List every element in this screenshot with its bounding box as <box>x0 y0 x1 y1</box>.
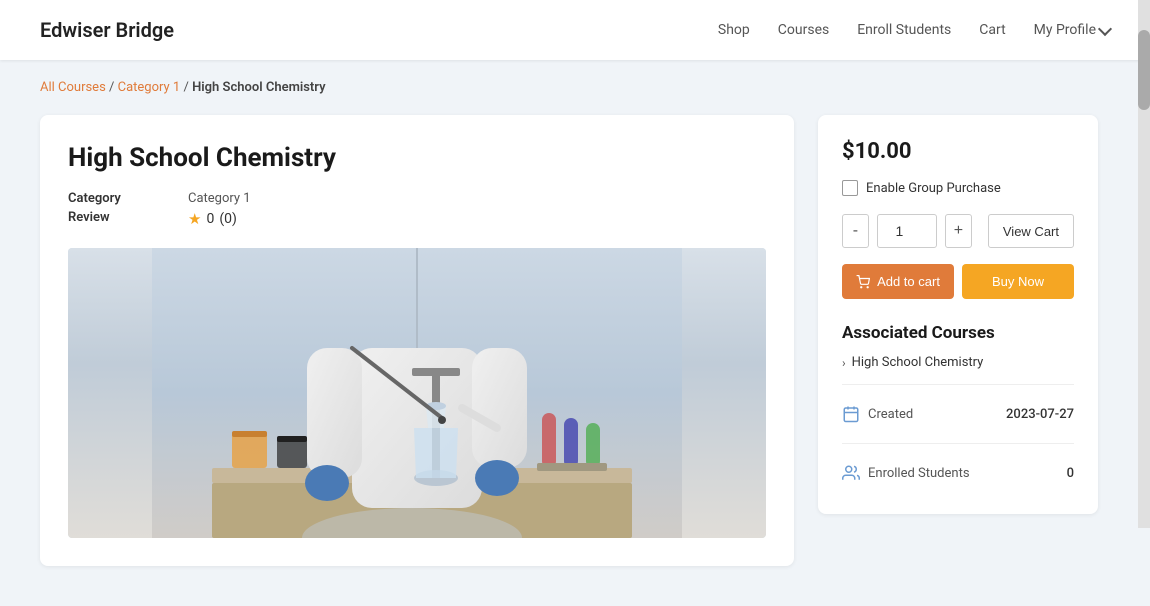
category-value: Category 1 <box>188 191 766 206</box>
quantity-increase-button[interactable]: + <box>945 214 972 248</box>
enrolled-value: 0 <box>1067 466 1074 481</box>
main-nav: Shop Courses Enroll Students Cart My Pro… <box>718 22 1110 38</box>
associated-course-item: › High School Chemistry <box>842 355 1074 370</box>
star-rating: ★ 0 (0) <box>188 210 766 228</box>
scrollbar[interactable] <box>1138 0 1150 528</box>
quantity-row: - + View Cart <box>842 214 1074 248</box>
quantity-decrease-button[interactable]: - <box>842 214 869 248</box>
created-info-row: Created 2023-07-27 <box>842 397 1074 431</box>
buy-now-button[interactable]: Buy Now <box>962 264 1074 299</box>
my-profile-menu[interactable]: My Profile <box>1034 22 1110 38</box>
divider-2 <box>842 443 1074 444</box>
chevron-down-icon <box>1098 21 1112 35</box>
users-icon <box>842 464 860 482</box>
add-to-cart-button[interactable]: Add to cart <box>842 264 954 299</box>
nav-courses[interactable]: Courses <box>778 22 829 38</box>
created-value: 2023-07-27 <box>1006 407 1074 422</box>
breadcrumb-category[interactable]: Category 1 <box>118 80 181 95</box>
my-profile-label: My Profile <box>1034 22 1096 38</box>
lab-scene <box>68 248 766 538</box>
nav-shop[interactable]: Shop <box>718 22 750 38</box>
breadcrumb-sep2: / <box>180 80 192 95</box>
review-count: (0) <box>219 211 237 227</box>
breadcrumb-sep1: / <box>106 80 118 95</box>
star-icon: ★ <box>188 210 201 228</box>
content-grid: High School Chemistry Category Category … <box>40 115 1098 566</box>
header: Edwiser Bridge Shop Courses Enroll Stude… <box>0 0 1150 60</box>
cart-icon <box>856 275 870 289</box>
enrolled-info-row: Enrolled Students 0 <box>842 456 1074 490</box>
rating-value: 0 <box>206 211 214 227</box>
associated-courses-title: Associated Courses <box>842 323 1074 343</box>
purchase-sidebar: $10.00 Enable Group Purchase - + View Ca… <box>818 115 1098 514</box>
quantity-input[interactable] <box>877 214 937 248</box>
view-cart-button[interactable]: View Cart <box>988 214 1074 248</box>
associated-course-link[interactable]: High School Chemistry <box>852 355 984 370</box>
nav-cart[interactable]: Cart <box>979 22 1005 38</box>
breadcrumb-current: High School Chemistry <box>192 80 325 95</box>
course-price: $10.00 <box>842 139 1074 164</box>
breadcrumb-all-courses[interactable]: All Courses <box>40 80 106 95</box>
main-content: All Courses / Category 1 / High School C… <box>0 60 1138 606</box>
enrolled-info-left: Enrolled Students <box>842 464 970 482</box>
add-to-cart-label: Add to cart <box>877 274 940 289</box>
nav-enroll-students[interactable]: Enroll Students <box>857 22 951 38</box>
course-detail-panel: High School Chemistry Category Category … <box>40 115 794 566</box>
divider-1 <box>842 384 1074 385</box>
chevron-right-icon: › <box>842 356 846 370</box>
created-label: Created <box>868 407 913 422</box>
group-purchase-label: Enable Group Purchase <box>866 181 1001 196</box>
scrollbar-thumb[interactable] <box>1138 30 1150 110</box>
breadcrumb: All Courses / Category 1 / High School C… <box>40 80 1098 95</box>
group-purchase-checkbox[interactable] <box>842 180 858 196</box>
group-purchase-option: Enable Group Purchase <box>842 180 1074 196</box>
review-label: Review <box>68 210 188 228</box>
calendar-icon <box>842 405 860 423</box>
lab-illustration <box>68 248 766 538</box>
created-info-left: Created <box>842 405 913 423</box>
course-image <box>68 248 766 538</box>
course-meta: Category Category 1 Review ★ 0 (0) <box>68 191 766 228</box>
course-title: High School Chemistry <box>68 143 766 173</box>
enrolled-label: Enrolled Students <box>868 466 970 481</box>
category-label: Category <box>68 191 188 206</box>
logo: Edwiser Bridge <box>40 18 174 42</box>
action-buttons: Add to cart Buy Now <box>842 264 1074 299</box>
